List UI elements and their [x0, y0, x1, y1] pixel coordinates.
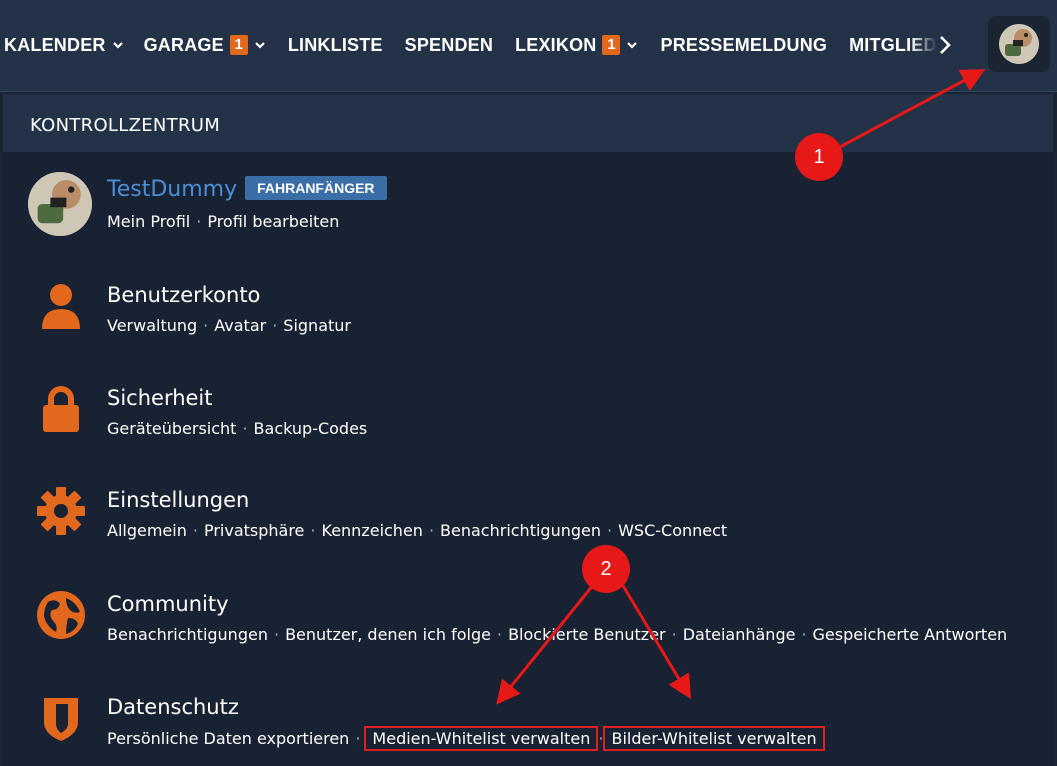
section-links: Persönliche Daten exportieren · Medien-W… — [107, 726, 825, 751]
avatar — [28, 172, 92, 236]
nav-item-linkliste[interactable]: LINKLISTE — [288, 28, 383, 62]
user-menu-button[interactable] — [988, 16, 1050, 72]
section-links: Geräteübersicht · Backup-Codes — [107, 419, 367, 438]
nav-item-label: KALENDER — [4, 34, 106, 55]
nav-item-label: GARAGE — [143, 34, 224, 55]
nav-item-garage[interactable]: GARAGE 1 — [144, 28, 266, 62]
separator: · — [355, 729, 361, 748]
separator: · — [496, 625, 503, 644]
panel-header: KONTROLLZENTRUM — [3, 94, 1053, 152]
link-signatur[interactable]: Signatur — [283, 316, 351, 335]
annotation-marker-1: 1 — [795, 133, 843, 181]
nav-item-label: PRESSEMELDUNG — [660, 34, 828, 55]
section-title[interactable]: Sicherheit — [107, 386, 213, 410]
section-links: Allgemein · Privatsphäre · Kennzeichen ·… — [107, 521, 727, 540]
nav-item-mitglieder[interactable]: MITGLIED — [849, 28, 937, 62]
avatar — [999, 24, 1039, 64]
nav-item-kalender[interactable]: KALENDER — [4, 28, 124, 62]
nav-item-label: MITGLIED — [849, 34, 937, 55]
section-sicherheit: Sicherheit Geräteübersicht · Backup-Code… — [3, 386, 1053, 446]
gear-icon — [36, 486, 86, 536]
globe-icon — [36, 590, 86, 640]
username-link[interactable]: TestDummy — [107, 177, 237, 202]
section-links: Benachrichtigungen · Benutzer, denen ich… — [107, 625, 1007, 644]
separator: · — [428, 521, 435, 540]
separator: · — [310, 521, 316, 540]
nav-item-pressemeldung[interactable]: PRESSEMELDUNG — [660, 28, 827, 62]
separator: · — [196, 212, 202, 231]
link-medien-whitelist-verwalten[interactable]: Medien-Whitelist verwalten — [364, 726, 599, 751]
separator: · — [203, 316, 209, 335]
section-datenschutz: Datenschutz Persönliche Daten exportiere… — [3, 695, 1053, 755]
chevron-down-icon — [627, 42, 638, 49]
top-navigation: KALENDER GARAGE 1 LINKLISTE SPENDEN LEXI… — [0, 0, 1057, 92]
separator: · — [192, 521, 198, 540]
lock-icon — [41, 384, 81, 434]
nav-item-label: SPENDEN — [404, 34, 494, 55]
user-heading: TestDummy FAHRANFÄNGER — [107, 176, 387, 202]
link-geraeteuebersicht[interactable]: Geräteübersicht — [107, 419, 236, 438]
section-einstellungen: Einstellungen Allgemein · Privatsphäre ·… — [3, 486, 1053, 548]
separator: · — [607, 521, 613, 540]
section-community: Community Benachrichtigungen · Benutzer,… — [3, 590, 1053, 652]
user-avatar[interactable] — [28, 172, 92, 236]
control-center-panel: KONTROLLZENTRUM TestDummy FAHRANFÄNGER Me… — [3, 94, 1053, 766]
chevron-down-icon — [112, 42, 123, 49]
section-links: Verwaltung · Avatar · Signatur — [107, 316, 351, 335]
link-dateianhaenge[interactable]: Dateianhänge — [683, 625, 796, 644]
section-title[interactable]: Community — [107, 592, 229, 616]
link-kennzeichen[interactable]: Kennzeichen — [322, 521, 423, 540]
separator: · — [272, 316, 278, 335]
separator: · — [801, 625, 807, 644]
separator: · — [671, 625, 677, 644]
rank-badge: FAHRANFÄNGER — [245, 176, 387, 200]
nav-badge: 1 — [602, 35, 621, 55]
link-mein-profil[interactable]: Mein Profil — [107, 212, 190, 231]
link-allgemein[interactable]: Allgemein — [107, 521, 187, 540]
nav-item-label: LINKLISTE — [287, 34, 383, 55]
user-links: Mein Profil · Profil bearbeiten — [107, 212, 339, 231]
nav-menu: KALENDER GARAGE 1 LINKLISTE SPENDEN LEXI… — [4, 28, 953, 62]
section-title[interactable]: Benutzerkonto — [107, 283, 260, 307]
link-backup-codes[interactable]: Backup-Codes — [254, 419, 368, 438]
shield-icon — [41, 695, 81, 743]
user-icon — [39, 283, 83, 331]
link-wsc-connect[interactable]: WSC-Connect — [618, 521, 727, 540]
separator: · — [242, 419, 248, 438]
link-privatsphaere[interactable]: Privatsphäre — [204, 521, 304, 540]
link-profil-bearbeiten[interactable]: Profil bearbeiten — [207, 212, 339, 231]
section-benutzerkonto: Benutzerkonto Verwaltung · Avatar · Sign… — [3, 283, 1053, 343]
annotation-marker-2: 2 — [582, 545, 630, 593]
link-bilder-whitelist-verwalten[interactable]: Bilder-Whitelist verwalten — [603, 726, 825, 751]
link-benutzer-denen-ich-folge[interactable]: Benutzer, denen ich folge — [285, 625, 491, 644]
chevron-right-icon[interactable] — [937, 34, 953, 56]
link-benachrichtigungen[interactable]: Benachrichtigungen — [440, 521, 601, 540]
link-verwaltung[interactable]: Verwaltung — [107, 316, 197, 335]
separator: · — [273, 625, 280, 644]
section-title[interactable]: Datenschutz — [107, 695, 239, 719]
link-blockierte-benutzer[interactable]: Blockierte Benutzer — [508, 625, 666, 644]
link-benachrichtigungen[interactable]: Benachrichtigungen — [107, 625, 268, 644]
link-gespeicherte-antworten[interactable]: Gespeicherte Antworten — [813, 625, 1008, 644]
chevron-down-icon — [255, 42, 265, 49]
link-avatar[interactable]: Avatar — [214, 316, 266, 335]
user-entry: TestDummy FAHRANFÄNGER Mein Profil · Prof… — [3, 172, 1053, 236]
separator: · — [598, 729, 604, 748]
nav-badge: 1 — [229, 35, 248, 55]
nav-item-spenden[interactable]: SPENDEN — [405, 28, 493, 62]
section-title[interactable]: Einstellungen — [107, 488, 249, 512]
link-persoenliche-daten-exportieren[interactable]: Persönliche Daten exportieren — [107, 729, 349, 748]
nav-item-lexikon[interactable]: LEXIKON 1 — [515, 28, 638, 62]
nav-item-label: LEXIKON — [515, 34, 597, 55]
panel-title: KONTROLLZENTRUM — [30, 115, 221, 136]
